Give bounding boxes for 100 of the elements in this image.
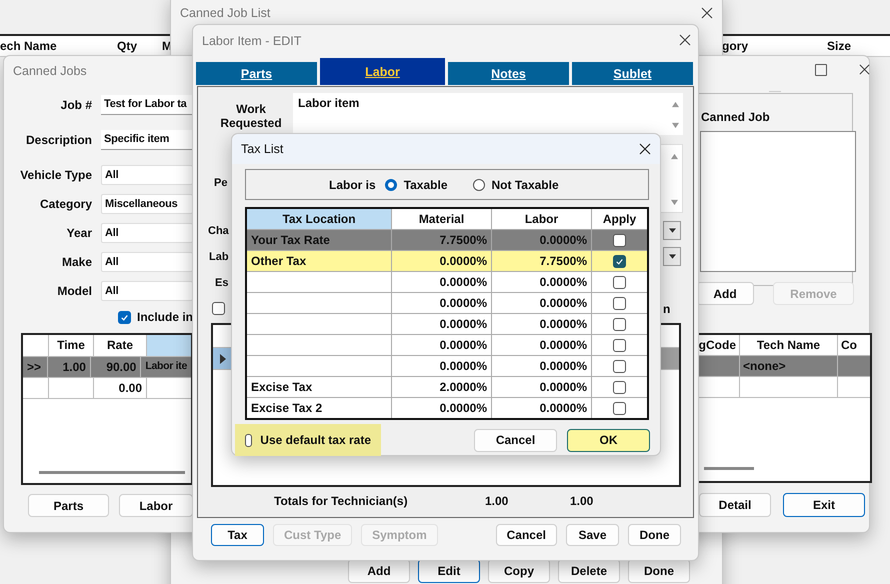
text-field[interactable]: Test for Labor ta: [101, 95, 193, 115]
label-text: n: [663, 302, 670, 316]
radio-button[interactable]: Taxable: [384, 178, 448, 192]
dialog-button[interactable]: Cancel: [474, 428, 557, 452]
table-cell: 0.0000%: [440, 254, 487, 268]
field-label: Model: [56, 284, 92, 298]
dialog-button[interactable]: OK: [567, 428, 650, 452]
total-value: 1.00: [485, 494, 508, 508]
field-label: Category: [38, 197, 92, 211]
dialog-button[interactable]: Parts: [28, 494, 109, 517]
dropdown-button[interactable]: [663, 247, 681, 266]
dropdown-field[interactable]: Miscellaneous: [101, 194, 193, 214]
table-cell: Other Tax: [251, 254, 306, 268]
field-label: Lab: [209, 251, 229, 263]
table-cell: 0.0000%: [540, 317, 587, 331]
dropdown-button[interactable]: [663, 221, 681, 240]
group-label: Canned Job: [701, 110, 770, 124]
checkbox[interactable]: [613, 276, 626, 288]
dialog-button[interactable]: Save: [566, 524, 619, 546]
close-icon[interactable]: [859, 64, 870, 75]
checkbox[interactable]: [613, 296, 626, 310]
table-row[interactable]: Excise Tax 2 0.0000% 0.0000%: [247, 398, 647, 418]
text-area[interactable]: Labor item: [293, 93, 683, 135]
table-cell: 0.0000%: [540, 233, 587, 247]
column-header: ech Name: [0, 39, 57, 53]
field-label: Year: [66, 226, 92, 240]
table-row[interactable]: 0.0000% 0.0000%: [247, 335, 647, 356]
table-cell: 7.7500%: [440, 233, 487, 247]
table-row[interactable]: Other Tax 0.0000% 7.7500%: [247, 251, 647, 272]
close-icon[interactable]: [639, 143, 651, 155]
column-header: Time: [49, 335, 94, 356]
scroll-down-icon[interactable]: [670, 199, 679, 206]
caret-icon: [668, 254, 676, 259]
dialog-button[interactable]: Done: [628, 524, 681, 546]
table-cell: 0.0000%: [540, 338, 587, 352]
dialog-button[interactable]: Add: [348, 559, 410, 583]
dialog-button[interactable]: Edit: [418, 559, 480, 583]
table-cell: 0.0000%: [540, 380, 587, 394]
column-header: gory: [722, 39, 748, 53]
tab[interactable]: Parts: [196, 62, 317, 85]
total-value: 1.00: [570, 494, 594, 508]
maximize-icon[interactable]: [815, 64, 827, 76]
table-row[interactable]: 0.0000% 0.0000%: [247, 272, 647, 293]
close-icon[interactable]: [701, 7, 713, 19]
text-field[interactable]: Specific item: [101, 130, 193, 150]
scroll-up-icon[interactable]: [671, 101, 680, 108]
dialog-button[interactable]: Detail: [699, 493, 771, 517]
dialog-button[interactable]: Copy: [488, 559, 550, 583]
table-row[interactable]: 0.0000% 0.0000%: [247, 314, 647, 335]
checkbox[interactable]: [613, 360, 626, 372]
dropdown-field[interactable]: All: [101, 223, 193, 243]
close-icon[interactable]: [679, 34, 691, 46]
row-marker: >>: [27, 360, 42, 374]
field-label: Vehicle Type: [19, 168, 92, 182]
checkbox[interactable]: [118, 310, 131, 324]
checkbox[interactable]: [613, 338, 626, 352]
scrollbar[interactable]: [704, 467, 754, 470]
table-cell: Labor ite: [145, 360, 187, 372]
tab[interactable]: Notes: [448, 62, 569, 85]
table-row[interactable]: 0.0000% 0.0000%: [247, 356, 647, 377]
table-row[interactable]: Your Tax Rate 7.7500% 0.0000%: [247, 230, 647, 251]
field-label: Job #: [60, 98, 92, 112]
table-cell: 0.0000%: [540, 296, 587, 310]
checkbox[interactable]: [613, 380, 626, 394]
dialog-button[interactable]: Tax: [211, 524, 264, 546]
dialog-button[interactable]: Cancel: [496, 524, 557, 546]
caret-icon: [668, 228, 676, 233]
radio-button[interactable]: Not Taxable: [472, 178, 559, 192]
grid-row[interactable]: >> 1.00 90.00 Labor ite: [23, 357, 191, 378]
tab[interactable]: Labor: [320, 58, 445, 85]
table-cell: 0.00: [118, 381, 142, 395]
checkbox[interactable]: [613, 234, 626, 246]
tab[interactable]: Sublet: [572, 62, 693, 85]
dialog-button[interactable]: Add: [696, 282, 754, 305]
scroll-up-icon[interactable]: [670, 153, 679, 160]
list-box[interactable]: [700, 131, 856, 272]
scroll-down-icon[interactable]: [671, 122, 680, 129]
scrollbar[interactable]: [39, 471, 185, 474]
dropdown-field[interactable]: All: [101, 252, 193, 272]
dialog-button[interactable]: Labor: [119, 494, 193, 517]
table-cell: 1.00: [62, 360, 86, 374]
table-row[interactable]: Excise Tax 2.0000% 0.0000%: [247, 377, 647, 398]
table-cell: 7.7500%: [540, 254, 587, 268]
dialog-button[interactable]: Delete: [558, 559, 620, 583]
table-cell: Your Tax Rate: [251, 233, 330, 247]
dropdown-field[interactable]: All: [101, 281, 193, 301]
option-label: Labor is: [329, 178, 376, 192]
checkbox[interactable]: Use default tax rate: [235, 424, 381, 456]
table-row[interactable]: 0.0000% 0.0000%: [247, 293, 647, 314]
dropdown-field[interactable]: All: [101, 165, 193, 185]
grid-row[interactable]: 0.00: [23, 378, 191, 399]
checkbox[interactable]: [613, 254, 626, 268]
checkbox[interactable]: [212, 302, 225, 315]
checkbox[interactable]: [613, 318, 626, 330]
column-header: Size: [827, 39, 852, 53]
checkbox[interactable]: [613, 402, 626, 414]
dialog-button[interactable]: Done: [628, 559, 690, 583]
table-cell: <none>: [743, 359, 786, 373]
dialog-button[interactable]: Exit: [783, 493, 865, 517]
field-label: Cha: [208, 225, 229, 237]
